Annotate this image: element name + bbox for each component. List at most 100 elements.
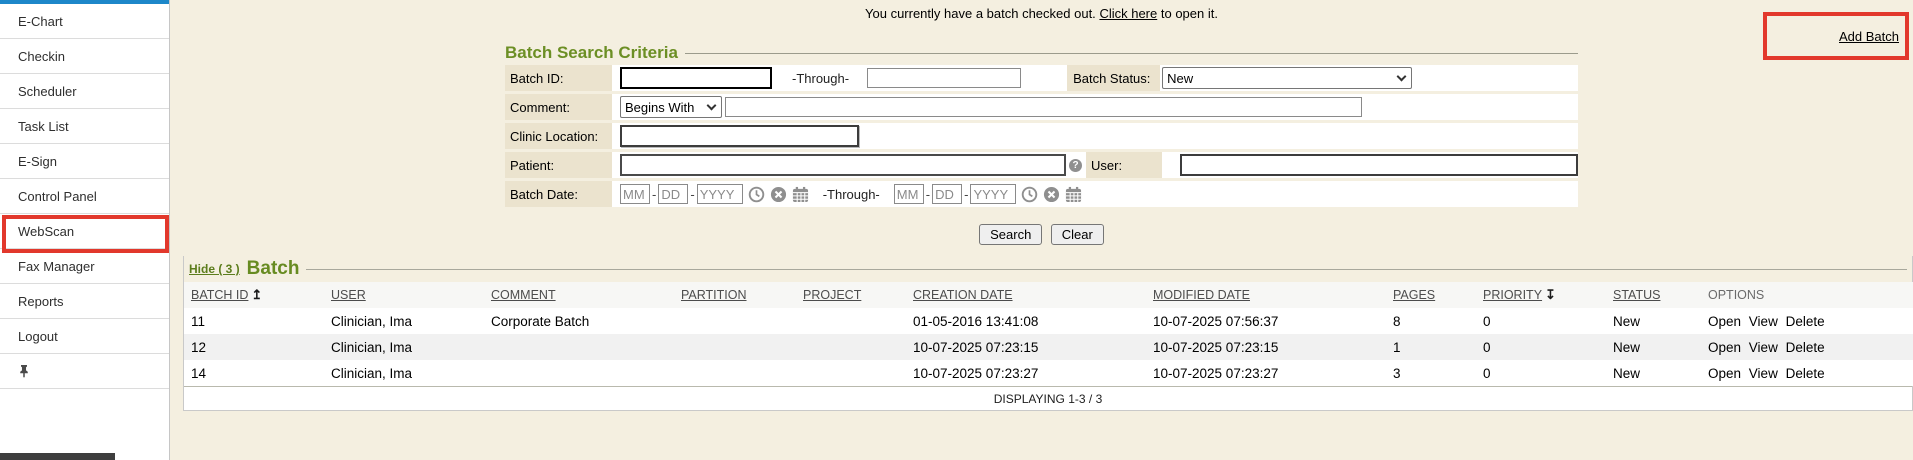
clinic-location-row: Clinic Location: [505, 123, 1578, 149]
view-batch-link[interactable]: View [1749, 366, 1778, 381]
batch-date-to-day-input[interactable] [932, 184, 962, 204]
delete-batch-link[interactable]: Delete [1786, 340, 1825, 355]
batch-id-from-input[interactable] [620, 67, 772, 89]
user-input[interactable] [1180, 154, 1578, 176]
hide-results-link[interactable]: Hide ( 3 ) [189, 262, 240, 276]
sidebar-item-webscan[interactable]: WebScan [0, 214, 169, 249]
batch-id-to-input[interactable] [867, 68, 1021, 88]
column-header-project[interactable]: PROJECT [796, 282, 906, 308]
column-header-partition[interactable]: PARTITION [674, 282, 796, 308]
question-mark-icon[interactable]: ? [1069, 159, 1082, 172]
batch-date-from-month-input[interactable] [620, 184, 650, 204]
batch-date-to-year-input[interactable] [970, 184, 1016, 204]
results-pagination-status: DISPLAYING 1-3 / 3 [184, 386, 1912, 410]
sidebar-item-e-chart[interactable]: E-Chart [0, 4, 169, 39]
table-row: 14 Clinician, Ima 10-07-2025 07:23:27 10… [184, 360, 1913, 386]
column-header-batch-id[interactable]: BATCH ID↥ [184, 282, 324, 308]
checkout-notice-text: You currently have a batch checked out. [865, 6, 1096, 21]
clear-button[interactable]: Clear [1051, 224, 1104, 245]
cell-pages: 8 [1386, 308, 1476, 334]
sidebar-item-label: WebScan [18, 224, 74, 239]
cell-project [796, 308, 906, 334]
sidebar-item-label: Fax Manager [18, 259, 95, 274]
sidebar-item-fax-manager[interactable]: Fax Manager [0, 249, 169, 284]
cell-batch-id: 11 [184, 308, 324, 334]
table-header-row: BATCH ID↥ USER COMMENT PARTITION PROJECT… [184, 282, 1913, 308]
open-batch-link[interactable]: Open [1708, 340, 1741, 355]
cell-partition [674, 308, 796, 334]
clear-date-icon[interactable] [1043, 186, 1060, 203]
comment-input[interactable] [725, 97, 1362, 117]
batch-status-select[interactable]: New [1162, 67, 1412, 89]
add-batch-link[interactable]: Add Batch [1839, 29, 1899, 44]
clear-date-icon[interactable] [770, 186, 787, 203]
patient-input[interactable] [620, 154, 1066, 176]
sidebar-item-label: E-Sign [18, 154, 57, 169]
cell-comment [484, 334, 674, 360]
sidebar-item-label: Control Panel [18, 189, 97, 204]
sidebar-item-checkin[interactable]: Checkin [0, 39, 169, 74]
sidebar-item-control-panel[interactable]: Control Panel [0, 179, 169, 214]
clinic-location-label: Clinic Location: [505, 123, 612, 149]
open-batch-link[interactable]: Open [1708, 366, 1741, 381]
column-header-comment[interactable]: COMMENT [484, 282, 674, 308]
column-header-user[interactable]: USER [324, 282, 484, 308]
column-header-modified-date[interactable]: MODIFIED DATE [1146, 282, 1386, 308]
main-content: You currently have a batch checked out. … [170, 0, 1913, 460]
checkout-notice-suffix: to open it. [1161, 6, 1218, 21]
cell-priority: 0 [1476, 334, 1606, 360]
date-separator: - [652, 187, 656, 202]
calendar-icon[interactable] [792, 186, 809, 203]
batch-id-through-label: -Through- [792, 71, 849, 86]
legend-divider [685, 53, 1578, 54]
batch-search-panel: Batch Search Criteria Batch ID: -Through… [505, 44, 1578, 245]
cell-pages: 1 [1386, 334, 1476, 360]
user-label: User: [1086, 152, 1162, 178]
date-separator: - [964, 187, 968, 202]
delete-batch-link[interactable]: Delete [1786, 366, 1825, 381]
batch-date-to-month-input[interactable] [894, 184, 924, 204]
search-button[interactable]: Search [979, 224, 1042, 245]
open-batch-link[interactable]: Open [1708, 314, 1741, 329]
cell-options: Open View Delete [1701, 334, 1913, 360]
sort-ascending-icon: ↥ [251, 287, 262, 302]
checkout-notice-link[interactable]: Click here [1099, 6, 1157, 21]
view-batch-link[interactable]: View [1749, 340, 1778, 355]
column-header-creation-date[interactable]: CREATION DATE [906, 282, 1146, 308]
cell-batch-id: 12 [184, 334, 324, 360]
cell-user: Clinician, Ima [324, 308, 484, 334]
cell-partition [674, 360, 796, 386]
calendar-icon[interactable] [1065, 186, 1082, 203]
sort-descending-icon: ↧ [1545, 287, 1556, 302]
comment-match-select[interactable]: Begins With [620, 96, 722, 118]
cell-creation-date: 10-07-2025 07:23:15 [906, 334, 1146, 360]
sidebar-item-logout[interactable]: Logout [0, 319, 169, 354]
clock-icon[interactable] [748, 186, 765, 203]
column-header-status[interactable]: STATUS [1606, 282, 1701, 308]
batch-id-row: Batch ID: -Through- Batch Status: New [505, 65, 1578, 91]
cell-partition [674, 334, 796, 360]
cell-modified-date: 10-07-2025 07:56:37 [1146, 308, 1386, 334]
sidebar-item-task-list[interactable]: Task List [0, 109, 169, 144]
patient-user-row: Patient: ? User: [505, 152, 1578, 178]
batch-date-from-year-input[interactable] [697, 184, 743, 204]
sidebar-item-reports[interactable]: Reports [0, 284, 169, 319]
cell-creation-date: 01-05-2016 13:41:08 [906, 308, 1146, 334]
results-divider [306, 269, 1907, 270]
cell-options: Open View Delete [1701, 360, 1913, 386]
batch-date-from-day-input[interactable] [658, 184, 688, 204]
delete-batch-link[interactable]: Delete [1786, 314, 1825, 329]
column-header-pages[interactable]: PAGES [1386, 282, 1476, 308]
sidebar-item-label: Reports [18, 294, 64, 309]
column-header-options: OPTIONS [1701, 282, 1913, 308]
column-header-priority[interactable]: PRIORITY↧ [1476, 282, 1606, 308]
sidebar-pin-toggle[interactable] [0, 354, 169, 389]
cell-modified-date: 10-07-2025 07:23:15 [1146, 334, 1386, 360]
clock-icon[interactable] [1021, 186, 1038, 203]
sidebar-item-e-sign[interactable]: E-Sign [0, 144, 169, 179]
clinic-location-input[interactable] [620, 125, 859, 147]
sidebar-item-scheduler[interactable]: Scheduler [0, 74, 169, 109]
view-batch-link[interactable]: View [1749, 314, 1778, 329]
cell-batch-id: 14 [184, 360, 324, 386]
cell-status: New [1606, 334, 1701, 360]
